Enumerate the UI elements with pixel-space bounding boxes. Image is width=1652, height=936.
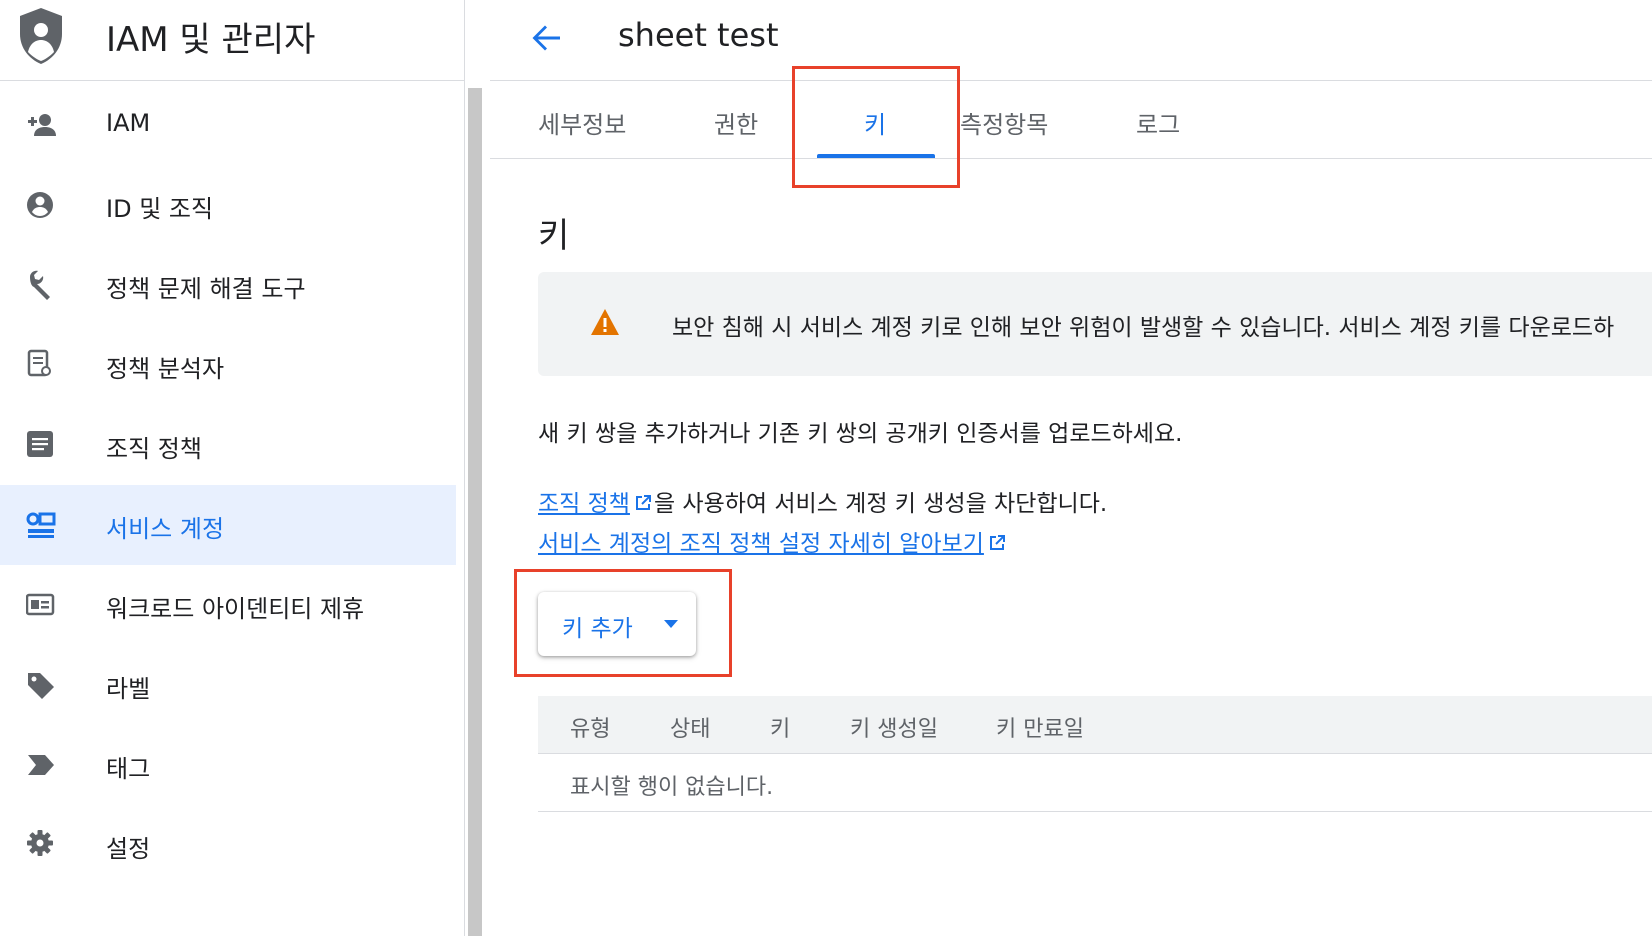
sidebar-nav: IAM ID 및 조직 정책 문제 해결 도구 정책 분석자 조직 정책 서비스… <box>0 85 456 885</box>
column-header-type[interactable]: 유형 <box>570 711 610 743</box>
sidebar-item-identity[interactable]: ID 및 조직 <box>0 165 456 245</box>
sidebar-item-iam[interactable]: IAM <box>0 85 456 165</box>
sidebar-item-label: 정책 문제 해결 도구 <box>106 275 306 303</box>
tab-details[interactable]: 세부정보 <box>538 105 626 140</box>
dropdown-caret-icon <box>664 620 678 628</box>
sidebar-header: IAM 및 관리자 <box>0 0 464 81</box>
page-header: sheet test <box>490 0 1652 81</box>
sidebar: IAM 및 관리자 IAM ID 및 조직 정책 문제 해결 도구 정책 분석자… <box>0 0 482 936</box>
policy-line: 조직 정책 을 사용하여 서비스 계정 키 생성을 차단합니다. <box>538 484 1107 518</box>
sidebar-item-org-policies[interactable]: 조직 정책 <box>0 405 456 485</box>
label-tag-icon <box>28 673 54 699</box>
learn-more-link[interactable]: 서비스 계정의 조직 정책 설정 자세히 알아보기 <box>538 531 984 557</box>
sidebar-item-tags[interactable]: 태그 <box>0 725 456 805</box>
org-policy-link[interactable]: 조직 정책 <box>538 491 630 517</box>
sidebar-item-label: 서비스 계정 <box>106 515 225 543</box>
warning-text: 보안 침해 시 서비스 계정 키로 인해 보안 위험이 발생할 수 있습니다. … <box>672 315 1615 341</box>
column-header-created[interactable]: 키 생성일 <box>850 711 938 743</box>
add-key-button[interactable]: 키 추가 <box>538 592 696 656</box>
table-row: 표시할 행이 없습니다. <box>538 754 1652 812</box>
sidebar-item-label: 태그 <box>106 755 151 783</box>
id-card-icon <box>26 593 55 616</box>
empty-table-message: 표시할 행이 없습니다. <box>570 775 774 800</box>
sidebar-item-workload-identity[interactable]: 워크로드 아이덴티티 제휴 <box>0 565 456 645</box>
sidebar-item-label: ID 및 조직 <box>106 195 214 223</box>
tag-arrow-icon <box>28 755 54 775</box>
column-header-status[interactable]: 상태 <box>670 711 710 743</box>
sidebar-item-label: 설정 <box>106 835 151 863</box>
description-text: 새 키 쌍을 추가하거나 기존 키 쌍의 공개키 인증서를 업로드하세요. <box>538 421 1183 447</box>
sidebar-item-settings[interactable]: 설정 <box>0 805 456 885</box>
policy-analyzer-icon <box>27 349 51 377</box>
app-title: IAM 및 관리자 <box>106 20 316 60</box>
sidebar-item-label: IAM <box>106 109 151 137</box>
sidebar-item-label: 조직 정책 <box>106 435 202 463</box>
sidebar-item-label: 라벨 <box>106 675 151 703</box>
sidebar-item-policy-analyzer[interactable]: 정책 분석자 <box>0 325 456 405</box>
gear-icon <box>27 830 53 856</box>
section-title: 키 <box>538 216 570 256</box>
add-key-label: 키 추가 <box>562 616 633 642</box>
account-circle-icon <box>27 192 53 218</box>
main-content: sheet test 세부정보 권한 키 측정항목 로그 키 보안 침해 시 서… <box>490 0 1652 936</box>
tab-permissions[interactable]: 권한 <box>714 105 758 140</box>
tab-metrics[interactable]: 측정항목 <box>960 105 1048 140</box>
external-link-icon[interactable] <box>986 532 1008 554</box>
policy-suffix-text: 을 사용하여 서비스 계정 키 생성을 차단합니다. <box>653 491 1108 517</box>
document-icon <box>27 431 53 457</box>
sidebar-scrollbar[interactable] <box>468 88 482 936</box>
sidebar-item-label: 정책 분석자 <box>106 355 225 383</box>
sidebar-item-label: 워크로드 아이덴티티 제휴 <box>106 595 365 623</box>
sidebar-item-labels[interactable]: 라벨 <box>0 645 456 725</box>
back-arrow-icon[interactable] <box>526 18 566 58</box>
table-header: 유형 상태 키 키 생성일 키 만료일 <box>538 696 1652 754</box>
column-header-key[interactable]: 키 <box>770 711 790 743</box>
tab-logs[interactable]: 로그 <box>1136 105 1180 140</box>
person-add-icon <box>28 114 56 136</box>
wrench-icon <box>30 270 50 300</box>
highlight-box-keys-tab <box>792 66 960 188</box>
shield-icon <box>20 8 62 64</box>
learn-more-line: 서비스 계정의 조직 정책 설정 자세히 알아보기 <box>538 524 1008 558</box>
sidebar-item-policy-troubleshooter[interactable]: 정책 문제 해결 도구 <box>0 245 456 325</box>
column-header-expires[interactable]: 키 만료일 <box>996 711 1084 743</box>
service-account-icon <box>26 512 56 538</box>
tab-bar: 세부정보 권한 키 측정항목 로그 <box>490 81 1652 159</box>
sidebar-item-service-accounts[interactable]: 서비스 계정 <box>0 485 456 565</box>
warning-banner: 보안 침해 시 서비스 계정 키로 인해 보안 위험이 발생할 수 있습니다. … <box>538 272 1652 376</box>
page-title: sheet test <box>618 16 779 54</box>
external-link-icon[interactable] <box>632 492 654 514</box>
keys-table: 유형 상태 키 키 생성일 키 만료일 표시할 행이 없습니다. <box>538 696 1652 812</box>
warning-icon <box>591 309 619 335</box>
